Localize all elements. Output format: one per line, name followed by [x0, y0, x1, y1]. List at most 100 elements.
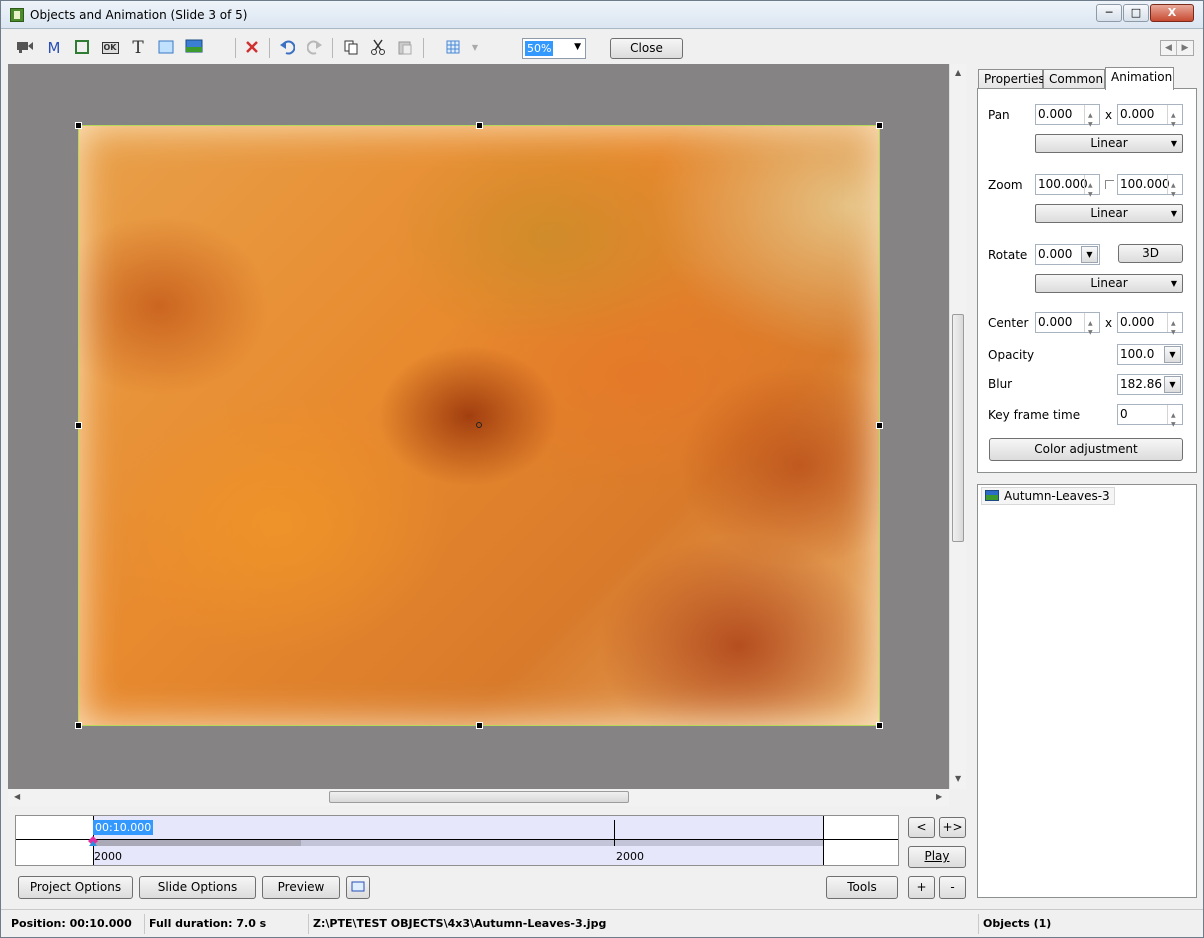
- rotation-center-handle[interactable]: [476, 422, 482, 428]
- scroll-down-icon[interactable]: ▼: [955, 774, 961, 783]
- title-bar: Objects and Animation (Slide 3 of 5) ─ □…: [1, 1, 1203, 29]
- object-name: Autumn-Leaves-3: [1004, 489, 1110, 503]
- rotate-input[interactable]: 0.000 ▼: [1035, 244, 1100, 265]
- pan-easing-dropdown[interactable]: Linear ▼: [1035, 134, 1183, 153]
- center-x-input[interactable]: 0.000: [1035, 312, 1100, 342]
- resize-handle-bottom-left[interactable]: [75, 722, 82, 729]
- preview-button[interactable]: Preview: [262, 876, 340, 899]
- list-item[interactable]: Autumn-Leaves-3: [981, 487, 1115, 505]
- center-y-input[interactable]: 0.000: [1117, 312, 1183, 342]
- grid-icon[interactable]: [443, 39, 463, 57]
- resize-handle-left[interactable]: [75, 422, 82, 429]
- panel-nav-arrows: ◀ ▶: [1160, 40, 1194, 56]
- spinner-icon[interactable]: [1084, 313, 1099, 342]
- chevron-down-icon[interactable]: ▼: [1164, 346, 1181, 363]
- maximize-button[interactable]: □: [1123, 4, 1149, 22]
- close-window-button[interactable]: X: [1150, 4, 1194, 22]
- toolbar-separator: [235, 38, 236, 58]
- resize-handle-bottom[interactable]: [476, 722, 483, 729]
- toolbar: M OK T ▼ 50% ▼ Close ◀ ▶: [9, 32, 1197, 64]
- horizontal-scrollbar[interactable]: ◀ ▶: [8, 789, 949, 806]
- ok-button-icon[interactable]: OK: [100, 39, 120, 57]
- scroll-right-icon[interactable]: ▶: [936, 792, 942, 801]
- tab-common[interactable]: Common: [1043, 69, 1105, 89]
- screen-icon[interactable]: [346, 876, 370, 899]
- objects-animation-window: Objects and Animation (Slide 3 of 5) ─ □…: [0, 0, 1204, 938]
- play-button[interactable]: Play: [908, 846, 966, 868]
- blur-input[interactable]: 182.86 ▼: [1117, 374, 1183, 395]
- delete-icon[interactable]: [242, 39, 262, 57]
- spinner-icon[interactable]: [1167, 313, 1182, 342]
- 3d-button[interactable]: 3D: [1118, 244, 1183, 263]
- resize-handle-bottom-right[interactable]: [876, 722, 883, 729]
- timeline[interactable]: 00:10.000 2000 2000: [15, 815, 899, 866]
- close-button[interactable]: Close: [610, 38, 683, 59]
- chevron-down-icon[interactable]: ▼: [1164, 376, 1181, 393]
- timeline-bar-segment: [93, 840, 301, 846]
- vertical-scrollbar[interactable]: ▲ ▼: [949, 64, 966, 789]
- horizontal-scroll-thumb[interactable]: [329, 791, 629, 803]
- cut-icon[interactable]: [368, 39, 388, 57]
- keyframe-marker-icon[interactable]: [88, 836, 98, 846]
- next-keyframe-button[interactable]: +>: [939, 817, 966, 838]
- rotate-easing-dropdown[interactable]: Linear ▼: [1035, 274, 1183, 293]
- slide-image-autumn-leaves[interactable]: [78, 125, 880, 726]
- remove-keyframe-button[interactable]: -: [939, 876, 966, 899]
- pan-easing-value: Linear: [1090, 136, 1128, 150]
- copy-icon[interactable]: [341, 39, 361, 57]
- zoom-x-input[interactable]: 100.000: [1035, 174, 1100, 204]
- zoom-easing-dropdown[interactable]: Linear ▼: [1035, 204, 1183, 223]
- scroll-up-icon[interactable]: ▲: [955, 68, 961, 77]
- frame-icon[interactable]: [72, 39, 92, 57]
- resize-handle-top-left[interactable]: [75, 122, 82, 129]
- spinner-icon[interactable]: [1167, 175, 1182, 204]
- slide-canvas[interactable]: [8, 64, 949, 789]
- paste-icon[interactable]: [395, 39, 415, 57]
- tab-animation[interactable]: Animation: [1105, 67, 1174, 90]
- tools-button[interactable]: Tools: [826, 876, 898, 899]
- spinner-icon[interactable]: [1167, 405, 1182, 434]
- timeline-mid-label: 2000: [616, 850, 644, 863]
- resize-handle-top[interactable]: [476, 122, 483, 129]
- tab-properties[interactable]: Properties: [978, 69, 1045, 89]
- timeline-axis: [16, 839, 898, 840]
- camera-icon[interactable]: [15, 39, 35, 57]
- zoom-select[interactable]: 50% ▼: [522, 38, 586, 59]
- text-icon[interactable]: T: [128, 39, 148, 57]
- resize-handle-right[interactable]: [876, 422, 883, 429]
- pan-x-input[interactable]: 0.000: [1035, 104, 1100, 134]
- slide-options-button[interactable]: Slide Options: [139, 876, 256, 899]
- undo-icon[interactable]: [277, 39, 297, 57]
- grid-dropdown-chevron-icon[interactable]: ▼: [465, 39, 485, 57]
- status-bar: Position: 00:10.000 Full duration: 7.0 s…: [1, 909, 1203, 937]
- zoom-easing-value: Linear: [1090, 206, 1128, 220]
- color-adjustment-button[interactable]: Color adjustment: [989, 438, 1183, 461]
- image-icon[interactable]: [184, 39, 204, 57]
- keyframe-time-input[interactable]: 0: [1117, 404, 1183, 434]
- add-keyframe-button[interactable]: +: [908, 876, 935, 899]
- project-options-button[interactable]: Project Options: [18, 876, 133, 899]
- object-list[interactable]: Autumn-Leaves-3: [977, 484, 1197, 898]
- spinner-icon[interactable]: [1084, 175, 1099, 204]
- arrow-left-icon[interactable]: ◀: [1161, 41, 1177, 55]
- arrow-right-icon[interactable]: ▶: [1177, 41, 1193, 55]
- spinner-icon[interactable]: [1084, 105, 1099, 134]
- spinner-icon[interactable]: [1167, 105, 1182, 134]
- app-icon: [10, 8, 24, 22]
- redo-icon[interactable]: [305, 39, 325, 57]
- zoom-link-checkbox[interactable]: [1105, 180, 1114, 189]
- minimize-button[interactable]: ─: [1096, 4, 1122, 22]
- chevron-down-icon: ▼: [1170, 279, 1177, 288]
- pan-y-input[interactable]: 0.000: [1117, 104, 1183, 134]
- resize-handle-top-right[interactable]: [876, 122, 883, 129]
- status-file-path: Z:\PTE\TEST OBJECTS\4x3\Autumn-Leaves-3.…: [308, 914, 973, 934]
- prev-keyframe-button[interactable]: <: [908, 817, 935, 838]
- m-icon[interactable]: M: [44, 39, 64, 57]
- vertical-scroll-thumb[interactable]: [952, 314, 964, 542]
- opacity-input[interactable]: 100.0 ▼: [1117, 344, 1183, 365]
- rectangle-icon[interactable]: [156, 39, 176, 57]
- scroll-left-icon[interactable]: ◀: [14, 792, 20, 801]
- chevron-down-icon[interactable]: ▼: [1081, 246, 1098, 263]
- zoom-y-value: 100.000: [1120, 177, 1170, 191]
- zoom-y-input[interactable]: 100.000: [1117, 174, 1183, 204]
